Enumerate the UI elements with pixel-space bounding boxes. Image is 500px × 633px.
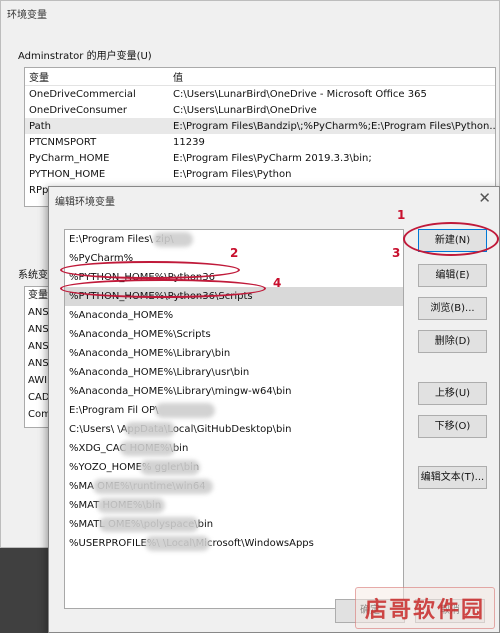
var-value: 11239	[173, 136, 205, 148]
path-entry[interactable]: %Anaconda_HOME%	[65, 306, 403, 325]
browse-button[interactable]: 浏览(B)...	[418, 297, 487, 320]
user-var-row-selected[interactable]: Path E:\Program Files\Bandzip\;%PyCharm%…	[25, 118, 495, 134]
path-entry[interactable]: %YOZO_HOME% ggler\bin	[65, 458, 403, 477]
user-var-row[interactable]: OneDriveCommercial C:\Users\LunarBird\On…	[25, 86, 495, 102]
var-name: PTCNMSPORT	[29, 136, 97, 148]
annotation-number-2: 2	[230, 246, 239, 260]
delete-button[interactable]: 删除(D)	[418, 330, 487, 353]
path-entry[interactable]: %Anaconda_HOME%\Library\mingw-w64\bin	[65, 382, 403, 401]
annotation-number-3: 3	[392, 246, 401, 260]
move-up-button[interactable]: 上移(U)	[418, 382, 487, 405]
system-vars-label: 系统变	[18, 270, 48, 281]
var-value: E:\Program Files\Python	[173, 168, 292, 180]
edit-text-button[interactable]: 编辑文本(T)...	[418, 466, 487, 489]
var-value: E:\Program Files\Bandzip\;%PyCharm%;E:\P…	[173, 120, 495, 132]
blur-smudge	[155, 403, 215, 418]
var-value: C:\Users\LunarBird\OneDrive - Microsoft …	[173, 88, 427, 100]
user-var-row[interactable]: PTCNMSPORT 11239	[25, 134, 495, 150]
var-name: Path	[29, 120, 51, 132]
blur-smudge	[153, 232, 193, 247]
var-value: C:\Users\LunarBird\OneDrive	[173, 104, 317, 116]
blur-smudge	[93, 479, 213, 494]
column-header-value[interactable]: 值	[173, 69, 495, 84]
move-down-button[interactable]: 下移(O)	[418, 415, 487, 438]
edit-button[interactable]: 编辑(E)	[418, 264, 487, 287]
path-entry[interactable]: %XDG_CAC HOME%\bin	[65, 439, 403, 458]
annotation-number-4: 4	[273, 276, 282, 290]
path-entry[interactable]: C:\Users\ \AppData\Local\GitHubDesktop\b…	[65, 420, 403, 439]
blur-smudge	[125, 422, 175, 437]
var-name: OneDriveConsumer	[29, 104, 128, 116]
path-entry[interactable]: E:\Program Fil OP\	[65, 401, 403, 420]
blur-smudge	[140, 460, 200, 475]
annotation-number-1: 1	[397, 208, 406, 222]
var-name: OneDriveCommercial	[29, 88, 136, 100]
blur-smudge	[97, 498, 165, 513]
annotation-ellipse-python36	[60, 261, 240, 279]
annotation-ellipse-scripts	[60, 279, 266, 298]
user-var-row[interactable]: PYTHON_HOME E:\Program Files\Python	[25, 166, 495, 182]
annotation-ellipse-new	[403, 222, 499, 256]
blur-smudge	[145, 536, 210, 551]
path-entry[interactable]: %Anaconda_HOME%\Scripts	[65, 325, 403, 344]
column-header-variable[interactable]: 变量	[25, 69, 173, 84]
path-entry[interactable]: %Anaconda_HOME%\Library\bin	[65, 344, 403, 363]
var-value: E:\Program Files\PyCharm 2019.3.3\bin;	[173, 152, 372, 164]
blur-smudge	[99, 517, 199, 532]
var-name: PYTHON_HOME	[29, 168, 106, 180]
user-var-row[interactable]: OneDriveConsumer C:\Users\LunarBird\OneD…	[25, 102, 495, 118]
close-icon[interactable]: ✕	[478, 189, 491, 207]
window-title: 环境变量	[7, 10, 47, 21]
user-vars-header: 变量 值	[25, 68, 495, 86]
path-entry[interactable]: %USERPROFILE%\ \Local\Microsoft\WindowsA…	[65, 534, 403, 553]
var-name: PyCharm_HOME	[29, 152, 110, 164]
watermark-logo: 店哥软件园	[355, 587, 495, 629]
user-var-row[interactable]: PyCharm_HOME E:\Program Files\PyCharm 20…	[25, 150, 495, 166]
dialog-title: 编辑环境变量	[55, 197, 115, 208]
user-vars-label: Adminstrator 的用户变量(U)	[18, 51, 152, 62]
blur-smudge	[120, 441, 175, 456]
path-entry[interactable]: %Anaconda_HOME%\Library\usr\bin	[65, 363, 403, 382]
